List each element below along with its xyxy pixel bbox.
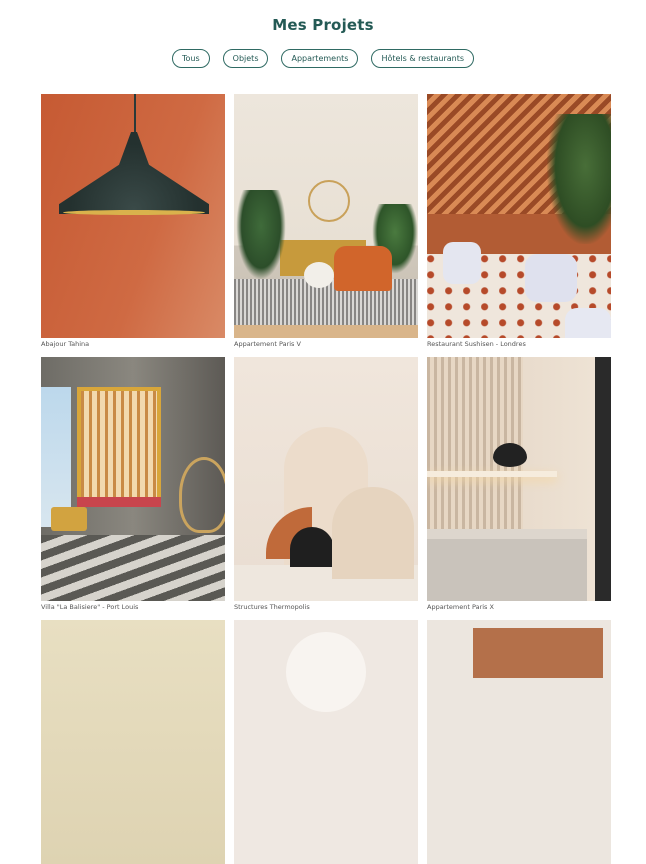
bench — [77, 497, 161, 507]
floor — [234, 325, 418, 338]
project-card[interactable]: Appartement Paris V — [234, 94, 418, 348]
project-card[interactable]: Abajour Tahina — [41, 94, 225, 348]
mirror — [308, 180, 350, 222]
project-image-living-room[interactable] — [234, 94, 418, 338]
project-image-villa[interactable] — [41, 357, 225, 601]
hanging-chair — [179, 457, 225, 533]
black-shape — [290, 527, 334, 567]
project-card[interactable]: Restaurant Sushisen - Londres — [427, 94, 611, 348]
arch-shape — [332, 487, 414, 579]
project-image-restaurant[interactable] — [427, 94, 611, 338]
project-image-kitchen[interactable] — [427, 357, 611, 601]
plants — [547, 114, 611, 244]
project-card[interactable] — [234, 620, 418, 864]
project-card[interactable]: Appartement Paris X — [427, 357, 611, 611]
bowl — [493, 443, 527, 467]
project-caption: Appartement Paris X — [427, 603, 494, 611]
alcove — [77, 387, 161, 507]
project-card[interactable] — [41, 620, 225, 864]
project-card[interactable] — [427, 620, 611, 864]
project-image-partial[interactable] — [234, 620, 418, 864]
lamp-glow — [63, 210, 205, 215]
chair — [525, 254, 577, 302]
lamp-cord — [134, 94, 136, 132]
plant — [236, 190, 286, 280]
project-card[interactable]: Villa "La Balisiere" - Port Louis — [41, 357, 225, 611]
floor-shadows — [41, 535, 225, 601]
counter — [427, 529, 587, 601]
dark-panel — [595, 357, 611, 601]
round-shape — [286, 632, 366, 712]
chair — [565, 308, 611, 338]
project-caption: Villa "La Balisiere" - Port Louis — [41, 603, 139, 611]
project-grid: Abajour Tahina Appartement Paris V Resta… — [0, 0, 646, 864]
window — [41, 387, 71, 527]
project-image-thermopolis[interactable] — [234, 357, 418, 601]
chair — [51, 507, 87, 531]
armchair — [334, 246, 392, 291]
lamp-shade — [59, 132, 209, 214]
project-card[interactable]: Structures Thermopolis — [234, 357, 418, 611]
chair — [443, 242, 481, 284]
project-image-partial[interactable] — [41, 620, 225, 864]
project-image-lamp[interactable] — [41, 94, 225, 338]
countertop — [427, 529, 587, 539]
project-caption: Abajour Tahina — [41, 340, 90, 348]
shelf — [427, 471, 557, 477]
project-caption: Appartement Paris V — [234, 340, 301, 348]
pouf — [304, 262, 334, 288]
project-caption: Structures Thermopolis — [234, 603, 310, 611]
rust-block — [473, 628, 603, 678]
project-caption: Restaurant Sushisen - Londres — [427, 340, 526, 348]
project-image-partial[interactable] — [427, 620, 611, 864]
